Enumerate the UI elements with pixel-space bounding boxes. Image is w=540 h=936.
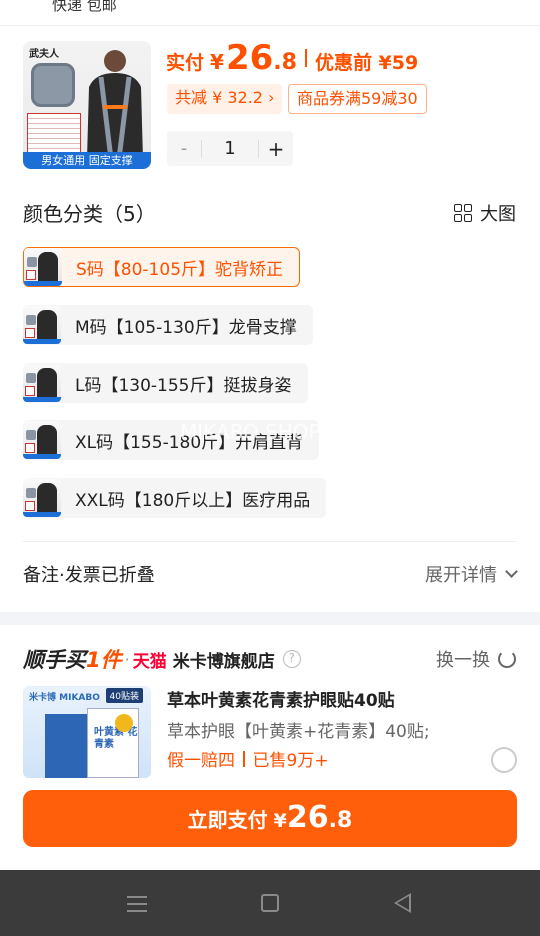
chevron-down-icon bbox=[505, 565, 518, 578]
home-icon[interactable] bbox=[261, 894, 279, 912]
variant-thumbnail bbox=[23, 306, 61, 344]
variant-label: XL码【155-180斤】开肩直背 bbox=[75, 432, 304, 453]
divider bbox=[23, 541, 517, 542]
price-before-discount: 优惠前 ¥59 bbox=[314, 52, 419, 74]
shop-name[interactable]: 米卡博旗舰店 bbox=[173, 647, 275, 672]
currency-symbol: ¥ bbox=[210, 50, 224, 74]
variant-option-xl[interactable]: XL码【155-180斤】开肩直背 bbox=[23, 420, 320, 460]
delivery-text: 快递 包邮 bbox=[52, 0, 117, 14]
variant-option-l[interactable]: L码【130-155斤】挺拔身姿 bbox=[23, 363, 308, 403]
expand-details-label: 展开详情 bbox=[425, 565, 497, 586]
remark-label: 备注·发票已折叠 bbox=[23, 565, 155, 586]
big-image-toggle[interactable]: 大图 bbox=[454, 200, 516, 226]
recommend-tags: 假一赔四 已售9万+ bbox=[167, 746, 329, 771]
product-image-caption: 男女通用 固定支撑 bbox=[23, 152, 151, 169]
price-integer: 26 bbox=[225, 38, 274, 78]
variant-section-title: 颜色分类（5） bbox=[23, 202, 156, 226]
pay-button-label: 立即支付 bbox=[187, 808, 268, 832]
recommend-product-name[interactable]: 草本叶黄素花青素护眼贴40贴 bbox=[167, 686, 395, 711]
model-figure bbox=[87, 50, 143, 159]
quantity-stepper: - 1 + bbox=[167, 131, 293, 166]
expand-details-button[interactable]: 展开详情 bbox=[425, 561, 518, 587]
quantity-value[interactable]: 1 bbox=[201, 139, 259, 158]
recommend-dot: · bbox=[124, 649, 130, 669]
increase-button[interactable]: + bbox=[259, 137, 293, 161]
pay-button-currency: ¥ bbox=[273, 810, 287, 832]
product-image-brand: 武夫人 bbox=[29, 49, 59, 60]
variant-label: L码【130-155斤】挺拔身姿 bbox=[75, 375, 292, 396]
variant-option-s[interactable]: S码【80-105斤】驼背矫正 bbox=[23, 247, 301, 287]
pay-now-button[interactable]: 立即支付 ¥ 26 .8 bbox=[23, 790, 517, 847]
delivery-strip: 快递 包邮 bbox=[0, 0, 540, 26]
big-image-label: 大图 bbox=[480, 204, 516, 225]
pay-button-price-int: 26 bbox=[286, 800, 329, 835]
section-gap bbox=[0, 612, 540, 625]
select-radio[interactable] bbox=[491, 747, 517, 773]
tag-separator bbox=[243, 750, 245, 767]
pay-button-price-dec: .8 bbox=[328, 808, 353, 833]
variant-option-m[interactable]: M码【105-130斤】龙骨支撑 bbox=[23, 305, 313, 345]
variant-thumbnail bbox=[24, 248, 62, 286]
total-saving-chip[interactable]: 共减 ¥ 32.2 › bbox=[167, 84, 283, 114]
variant-thumbnail bbox=[23, 364, 61, 402]
variant-label: M码【105-130斤】龙骨支撑 bbox=[75, 317, 297, 338]
swap-label: 换一换 bbox=[436, 650, 490, 671]
back-icon[interactable] bbox=[394, 893, 411, 913]
pay-label: 实付 bbox=[166, 52, 205, 74]
sunflower-graphic bbox=[115, 714, 133, 732]
size-table-graphic bbox=[27, 113, 81, 153]
recommend-product-desc: 草本护眼【叶黄素+花青素】40贴; bbox=[167, 722, 430, 742]
price-separator bbox=[304, 49, 307, 67]
posture-belt-graphic bbox=[31, 63, 75, 107]
decrease-button[interactable]: - bbox=[167, 138, 201, 159]
grid-icon bbox=[454, 204, 472, 222]
sold-count-tag: 已售9万+ bbox=[252, 751, 329, 771]
swap-button[interactable]: 换一换 bbox=[436, 646, 516, 672]
refresh-icon bbox=[498, 650, 516, 668]
coupon-chip[interactable]: 商品券满59减30 bbox=[288, 84, 427, 114]
recommend-image-brand: 米卡博 MIKABO bbox=[29, 693, 100, 703]
tmall-logo: 天猫 bbox=[132, 651, 167, 672]
variant-label: XXL码【180斤以上】医疗用品 bbox=[75, 490, 311, 511]
variant-label: S码【80-105斤】驼背矫正 bbox=[76, 259, 284, 280]
variant-option-xxl[interactable]: XXL码【180斤以上】医疗用品 bbox=[23, 478, 327, 518]
guarantee-tag: 假一赔四 bbox=[167, 751, 235, 771]
recommend-product-image[interactable]: 米卡博 MIKABO 40贴装 叶黄素 花青素 bbox=[23, 686, 151, 778]
recommend-image-badge: 40贴装 bbox=[105, 688, 143, 703]
recommend-title: 顺手买1件 bbox=[23, 648, 122, 672]
pay-price-row: 实付 ¥ 26 .8 优惠前 ¥59 bbox=[166, 38, 418, 78]
product-image[interactable]: 武夫人 男女通用 固定支撑 bbox=[23, 41, 151, 169]
price-decimal: .8 bbox=[273, 50, 297, 75]
recommend-header: 顺手买1件 · 天猫 米卡博旗舰店 ? bbox=[23, 644, 301, 674]
package-graphic bbox=[45, 714, 87, 778]
variant-thumbnail bbox=[23, 479, 61, 517]
help-icon[interactable]: ? bbox=[282, 650, 301, 668]
variant-thumbnail bbox=[23, 421, 61, 459]
menu-icon[interactable] bbox=[127, 896, 147, 912]
